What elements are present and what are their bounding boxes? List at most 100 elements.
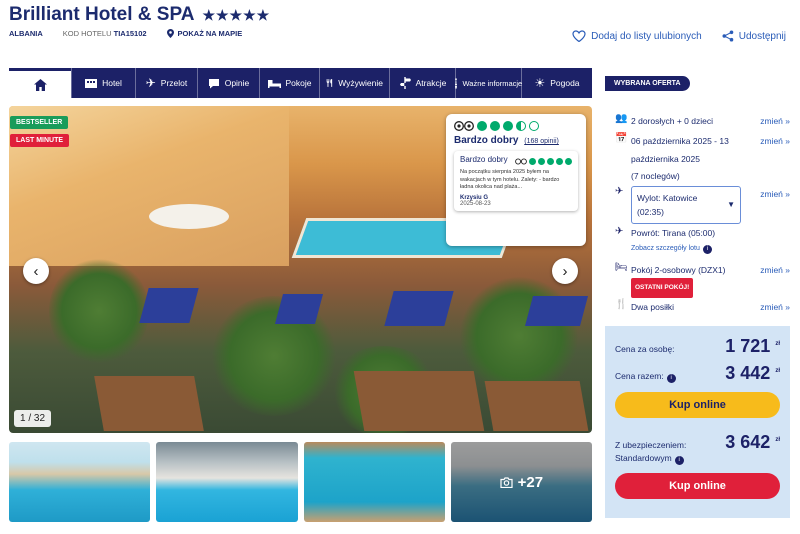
info-icon[interactable]: i bbox=[674, 456, 684, 465]
camera-icon bbox=[500, 476, 513, 488]
blue-umbrella bbox=[384, 291, 454, 326]
tab-label: Pogoda bbox=[550, 78, 580, 88]
rating-text: Bardzo dobry bbox=[454, 135, 519, 146]
departure-select[interactable]: Wylot: Katowice (02:35) ▼ bbox=[631, 186, 741, 224]
chat-icon bbox=[208, 78, 219, 88]
tab-weather[interactable]: ☀ Pogoda bbox=[521, 68, 592, 98]
price-insured-row: Z ubezpieczeniem: Standardowym i 3 642 zł bbox=[615, 432, 780, 465]
thumbnail[interactable] bbox=[303, 442, 445, 522]
share-button[interactable]: Udostępnij bbox=[722, 30, 786, 42]
show-map-link[interactable]: POKAŻ NA MAPIE bbox=[166, 29, 242, 38]
rating-dot bbox=[529, 121, 539, 131]
rating-dot bbox=[516, 121, 526, 131]
rating-dot bbox=[477, 121, 487, 131]
rating-dot bbox=[503, 121, 513, 131]
more-photos-overlay: +27 bbox=[450, 442, 592, 522]
brown-umbrella bbox=[353, 371, 485, 431]
room-value: Pokój 2-osobowy (DZX1) bbox=[631, 265, 726, 275]
rating-dot bbox=[529, 158, 536, 165]
gallery-prev-button[interactable]: ‹ bbox=[23, 258, 49, 284]
caret-down-icon: ▼ bbox=[727, 200, 735, 209]
tripadvisor-widget[interactable]: Bardzo dobry (168 opinii) Bardzo dobry N… bbox=[446, 114, 586, 246]
change-board-link[interactable]: zmień » bbox=[760, 299, 790, 316]
hotel-header: Brilliant Hotel & SPA ★★★★★ ALBANIA KOD … bbox=[0, 0, 800, 62]
thumbnail-more[interactable]: +27 bbox=[450, 442, 592, 522]
buy-online-button[interactable]: Kup online bbox=[615, 392, 780, 418]
offer-departure-row: ✈ Wylot: Katowice (02:35) ▼ zmień » bbox=[615, 186, 790, 224]
review-date: 2025-08-23 bbox=[460, 200, 491, 207]
price-per-person-value: 1 721 bbox=[725, 336, 771, 356]
review-card: Bardzo dobry Na początku sierpnia 2025 b… bbox=[454, 151, 578, 211]
tab-rooms[interactable]: Pokoje bbox=[259, 68, 319, 98]
gallery-thumbnails: +27 bbox=[9, 442, 592, 522]
gallery-counter: 1 / 32 bbox=[14, 410, 52, 427]
review-title: Bardzo dobry bbox=[460, 155, 508, 164]
tripadvisor-owl-icon bbox=[515, 158, 527, 165]
hotel-code-label: KOD HOTELU bbox=[62, 29, 112, 38]
white-umbrella bbox=[149, 204, 229, 229]
add-to-favorites-button[interactable]: Dodaj do listy ulubionych bbox=[572, 30, 702, 42]
price-total-label: Cena razem: bbox=[615, 371, 664, 381]
calendar-icon: 📅 bbox=[615, 133, 628, 144]
price-total-value: 3 442 bbox=[725, 363, 771, 383]
departure-line1: Wylot: Katowice bbox=[637, 193, 698, 203]
rating-dot bbox=[490, 121, 500, 131]
gallery-next-button[interactable]: › bbox=[552, 258, 578, 284]
buy-online-insured-button[interactable]: Kup online bbox=[615, 473, 780, 499]
bed-icon: 🛏 bbox=[615, 262, 628, 273]
sun-icon: ☀ bbox=[534, 76, 546, 90]
tab-attractions[interactable]: Atrakcje bbox=[389, 68, 455, 98]
rating-dot bbox=[547, 158, 554, 165]
selected-offer-tag: WYBRANA OFERTA bbox=[605, 76, 690, 91]
people-value: 2 dorosłych + 0 dzieci bbox=[631, 116, 713, 126]
blue-umbrella bbox=[524, 296, 589, 326]
tab-label: Hotel bbox=[102, 78, 122, 88]
blue-umbrella bbox=[139, 288, 199, 323]
tab-flight[interactable]: ✈ Przelot bbox=[135, 68, 197, 98]
hotel-code-value: TIA15102 bbox=[113, 29, 147, 38]
tab-label: Opinie bbox=[224, 78, 250, 88]
cutlery-icon bbox=[326, 79, 333, 87]
tab-home[interactable] bbox=[9, 68, 71, 98]
tab-meals[interactable]: Wyżywienie bbox=[319, 68, 389, 98]
insurance-type: Standardowym bbox=[615, 453, 672, 463]
map-pin-icon bbox=[166, 29, 174, 38]
rating-dot bbox=[538, 158, 545, 165]
thumbnail[interactable] bbox=[156, 442, 298, 522]
departure-line2: (02:35) bbox=[637, 207, 664, 217]
tab-hotel[interactable]: Hotel bbox=[71, 68, 135, 98]
tab-reviews[interactable]: Opinie bbox=[197, 68, 259, 98]
change-dates-link[interactable]: zmień » bbox=[760, 133, 790, 186]
brown-umbrella bbox=[94, 376, 204, 431]
price-per-person-row: Cena za osobę: 1 721 zł bbox=[615, 336, 780, 357]
tab-label: Pokoje bbox=[285, 78, 312, 88]
board-value: Dwa posiłki bbox=[631, 302, 674, 312]
tab-important-info[interactable]: ! Ważne informacje bbox=[454, 68, 523, 98]
info-icon: ! bbox=[454, 77, 458, 89]
hotel-meta: ALBANIA KOD HOTELU TIA15102 POKAŻ NA MAP… bbox=[9, 29, 242, 38]
gallery-photo-sea bbox=[9, 106, 289, 266]
blue-umbrella bbox=[274, 294, 324, 324]
tripadvisor-label: Bardzo dobry (168 opinii) bbox=[454, 135, 578, 146]
return-value: Powrót: Tirana (05:00) bbox=[631, 228, 716, 238]
star-rating: ★★★★★ bbox=[202, 6, 271, 23]
offer-return-row: ✈ Powrót: Tirana (05:00) Zobacz szczegół… bbox=[615, 226, 790, 256]
chevron-left-icon: ‹ bbox=[33, 262, 39, 280]
info-icon[interactable]: i bbox=[666, 373, 676, 383]
tripadvisor-owl-icon bbox=[454, 121, 474, 131]
change-flight-link[interactable]: zmień » bbox=[760, 186, 790, 224]
tab-label: Przelot bbox=[160, 78, 188, 88]
change-people-link[interactable]: zmień » bbox=[760, 113, 790, 130]
info-icon: i bbox=[702, 244, 712, 254]
thumbnail[interactable] bbox=[9, 442, 151, 522]
signpost-icon bbox=[399, 77, 411, 89]
hotel-icon bbox=[85, 79, 98, 88]
change-room-link[interactable]: zmień » bbox=[760, 262, 790, 298]
home-icon bbox=[33, 78, 47, 91]
review-count-link[interactable]: (168 opinii) bbox=[524, 138, 559, 145]
flight-details-link[interactable]: Zobacz szczegóły lotu i bbox=[631, 244, 712, 254]
price-insured-value: 3 642 bbox=[725, 432, 771, 452]
price-summary: Cena za osobę: 1 721 zł Cena razem: i 3 4… bbox=[605, 326, 790, 518]
photo-gallery[interactable]: BESTSELLER LAST MINUTE ‹ › 1 / 32 Bardzo… bbox=[9, 106, 592, 433]
tab-label: Ważne informacje bbox=[462, 78, 523, 88]
